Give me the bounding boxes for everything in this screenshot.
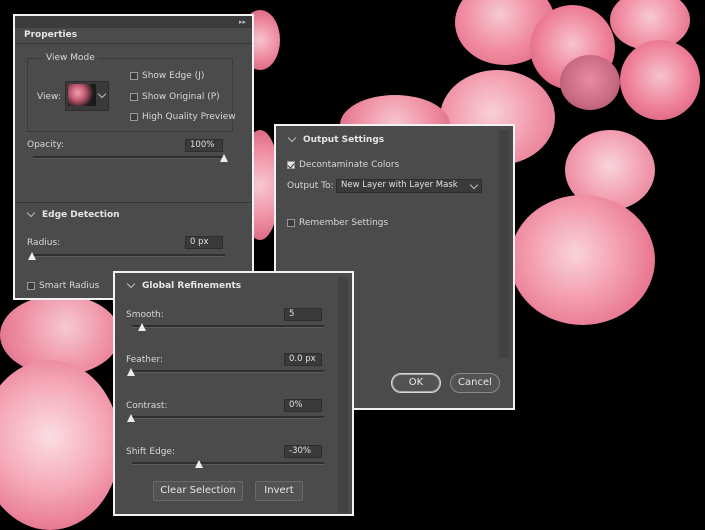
contrast-slider-track[interactable] <box>132 416 324 419</box>
panel-tab-label: Properties <box>24 30 78 40</box>
show-original-checkbox[interactable] <box>130 93 138 101</box>
tab-strip <box>15 43 252 44</box>
shift-edge-input[interactable]: -30% <box>284 445 322 458</box>
view-mode-title: View Mode <box>43 53 98 63</box>
chevron-down-icon <box>469 180 479 190</box>
decontaminate-colors-label: Decontaminate Colors <box>299 160 400 170</box>
chevron-down-icon[interactable] <box>287 133 297 143</box>
rose-flower <box>560 55 620 110</box>
cancel-button[interactable]: Cancel <box>450 373 500 393</box>
radius-slider-thumb[interactable] <box>28 252 36 260</box>
output-to-label: Output To: <box>287 181 334 191</box>
feather-slider-thumb[interactable] <box>127 368 135 376</box>
high-quality-preview-checkbox[interactable] <box>130 113 138 121</box>
chevron-down-icon[interactable] <box>26 208 36 218</box>
panel-scrollbar[interactable] <box>499 130 509 358</box>
global-refinements-title[interactable]: Global Refinements <box>142 281 241 291</box>
chevron-down-icon[interactable] <box>126 279 136 289</box>
feather-input[interactable]: 0.0 px <box>284 353 322 366</box>
contrast-input[interactable]: 0% <box>284 399 322 412</box>
show-edge-checkbox[interactable] <box>130 72 138 80</box>
radius-slider-track[interactable] <box>33 254 225 257</box>
view-thumbnail-image <box>68 84 96 106</box>
output-to-value: New Layer with Layer Mask <box>341 180 458 190</box>
rose-flower <box>0 360 120 530</box>
rose-flower <box>620 40 700 120</box>
high-quality-preview-label: High Quality Preview <box>142 112 236 122</box>
ok-button[interactable]: OK <box>391 373 441 393</box>
opacity-slider-track[interactable] <box>33 156 225 159</box>
feather-slider-track[interactable] <box>132 370 324 373</box>
rose-flower <box>510 195 655 325</box>
clear-selection-button[interactable]: Clear Selection <box>153 481 243 501</box>
opacity-label: Opacity: <box>27 140 64 150</box>
decontaminate-colors-checkbox[interactable] <box>287 161 295 169</box>
smooth-label: Smooth: <box>126 310 164 320</box>
contrast-slider-thumb[interactable] <box>127 414 135 422</box>
remember-settings-checkbox[interactable] <box>287 219 295 227</box>
collapse-panel-icon[interactable]: ▸▸ <box>239 18 246 26</box>
chevron-down-icon <box>97 89 107 99</box>
view-mode-thumbnail-dropdown[interactable] <box>65 81 109 111</box>
section-divider <box>15 202 252 203</box>
edge-detection-title[interactable]: Edge Detection <box>42 210 120 220</box>
output-to-select[interactable]: New Layer with Layer Mask <box>336 179 482 193</box>
radius-input[interactable]: 0 px <box>185 236 223 249</box>
smart-radius-checkbox[interactable] <box>27 282 35 290</box>
view-label: View: <box>37 92 61 102</box>
invert-button[interactable]: Invert <box>255 481 303 501</box>
properties-panel: ▸▸ Properties View Mode View: Show Edge … <box>13 14 254 300</box>
global-refinements-panel: Global Refinements Smooth: 5 Feather: 0.… <box>113 271 354 516</box>
show-edge-label: Show Edge (J) <box>142 71 205 81</box>
contrast-label: Contrast: <box>126 401 168 411</box>
opacity-slider-thumb[interactable] <box>220 154 228 162</box>
shift-edge-slider-thumb[interactable] <box>195 460 203 468</box>
radius-label: Radius: <box>27 238 61 248</box>
smooth-input[interactable]: 5 <box>284 308 322 321</box>
shift-edge-label: Shift Edge: <box>126 447 175 457</box>
shift-edge-slider-track[interactable] <box>132 462 324 465</box>
remember-settings-label: Remember Settings <box>299 218 389 228</box>
smart-radius-label: Smart Radius <box>39 281 100 291</box>
smooth-slider-track[interactable] <box>132 325 324 328</box>
panel-header-bar <box>15 16 252 28</box>
feather-label: Feather: <box>126 355 164 365</box>
output-settings-title[interactable]: Output Settings <box>303 135 384 145</box>
show-original-label: Show Original (P) <box>142 92 220 102</box>
opacity-input[interactable]: 100% <box>185 139 223 152</box>
panel-scrollbar[interactable] <box>338 277 348 513</box>
panel-tab-properties[interactable]: Properties <box>19 28 77 43</box>
smooth-slider-thumb[interactable] <box>138 323 146 331</box>
